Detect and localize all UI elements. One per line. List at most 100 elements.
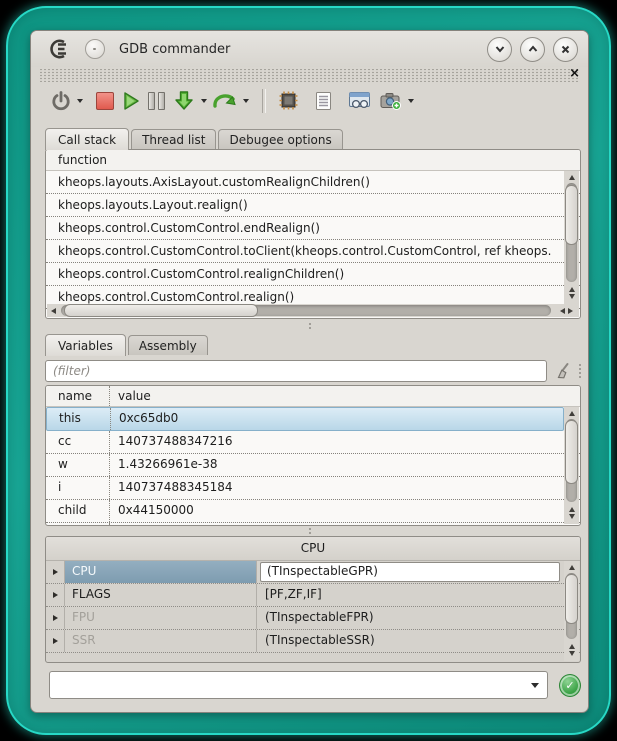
expander-cell[interactable] <box>46 607 65 629</box>
maximize-button[interactable] <box>520 37 545 62</box>
power-button[interactable] <box>51 88 71 114</box>
scrollbar-thumb[interactable] <box>565 185 578 245</box>
run-button[interactable] <box>122 88 140 114</box>
combo-dropdown-button[interactable] <box>523 672 547 698</box>
minimize-button[interactable] <box>487 37 512 62</box>
scrollbar-thumb[interactable] <box>565 574 578 624</box>
command-combobox[interactable] <box>49 671 548 699</box>
window-menu-button[interactable] <box>85 39 105 59</box>
filter-input[interactable] <box>45 360 547 382</box>
callstack-frame[interactable]: kheops.control.CustomControl.realignChil… <box>46 263 580 286</box>
toolbar-separator <box>262 89 266 113</box>
horizontal-splitter[interactable] <box>31 526 588 536</box>
watch-window-icon <box>348 91 371 110</box>
scrollbar-track[interactable] <box>566 419 577 502</box>
scroll-left-button[interactable] <box>47 308 59 314</box>
callstack-frame[interactable]: kheops.layouts.Layout.realign() <box>46 194 580 217</box>
cpu-register-value-editor[interactable]: (TInspectableGPR) <box>260 562 560 582</box>
vertical-scrollbar[interactable] <box>564 171 579 304</box>
cpu-inspector-button[interactable] <box>278 88 299 114</box>
variables-panel: name value this0xc65db0cc140737488347216… <box>45 385 581 526</box>
variables-rows: this0xc65db0cc140737488347216w1.43266961… <box>46 407 580 526</box>
horizontal-scrollbar[interactable] <box>47 304 579 317</box>
scroll-buttons[interactable] <box>564 282 579 304</box>
stack-tab[interactable]: Thread list <box>131 129 216 149</box>
variable-row[interactable]: this0xc65db0 <box>46 407 564 431</box>
stack-tab[interactable]: Call stack <box>45 128 129 150</box>
scroll-up-button[interactable] <box>564 407 579 419</box>
step-over-button[interactable] <box>212 88 237 114</box>
variable-name: i <box>46 477 110 499</box>
arrow-down-icon <box>569 514 575 519</box>
output-list-button[interactable] <box>315 88 332 114</box>
pause-icon <box>148 92 155 110</box>
cpu-register-row[interactable]: CPU(TInspectableGPR) <box>46 561 580 584</box>
vertical-scrollbar[interactable] <box>564 561 579 661</box>
expander-cell[interactable] <box>46 630 65 652</box>
inspect-tab[interactable]: Assembly <box>128 335 208 355</box>
vertical-splitter[interactable] <box>579 364 581 378</box>
horizontal-splitter[interactable] <box>31 319 588 332</box>
close-dock-icon[interactable]: × <box>569 67 580 81</box>
confirm-button[interactable]: ✓ <box>559 674 581 697</box>
callstack-frame[interactable]: kheops.control.CustomControl.endRealign(… <box>46 217 580 240</box>
scroll-buttons[interactable] <box>564 639 579 661</box>
scroll-up-button[interactable] <box>564 561 579 573</box>
column-name[interactable]: name <box>46 386 110 406</box>
stop-button[interactable] <box>96 88 114 114</box>
cpu-register-row[interactable]: FLAGS[PF,ZF,IF] <box>46 584 580 607</box>
cpu-register-name: SSR <box>65 630 257 652</box>
scroll-buttons[interactable] <box>553 308 579 314</box>
variable-row[interactable]: child0x44150000 <box>46 500 580 523</box>
power-dropdown[interactable] <box>74 88 85 114</box>
expander-icon <box>53 592 58 598</box>
snapshot-button[interactable] <box>379 88 402 114</box>
variable-name: child <box>46 500 110 522</box>
variables-header[interactable]: name value <box>46 386 580 407</box>
scroll-buttons[interactable] <box>564 502 579 524</box>
vertical-scrollbar[interactable] <box>564 407 579 524</box>
step-into-button[interactable] <box>173 88 195 114</box>
close-icon <box>560 44 571 55</box>
watch-window-button[interactable] <box>348 88 371 114</box>
callstack-frame[interactable]: kheops.layouts.AxisLayout.customRealignC… <box>46 171 580 194</box>
scrollbar-track[interactable] <box>566 183 577 282</box>
dock-header[interactable]: × <box>39 69 580 82</box>
chevron-down-icon <box>77 99 83 103</box>
check-icon: ✓ <box>565 679 574 692</box>
expander-icon <box>53 615 58 621</box>
step-over-dropdown[interactable] <box>240 88 251 114</box>
variable-row[interactable]: cc140737488347216 <box>46 431 580 454</box>
scroll-up-button[interactable] <box>564 171 579 183</box>
close-button[interactable] <box>553 37 578 62</box>
variable-row[interactable]: i140737488345184 <box>46 477 580 500</box>
cpu-register-row[interactable]: FPU(TInspectableFPR) <box>46 607 580 630</box>
scrollbar-track[interactable] <box>566 573 577 639</box>
scrollbar-track[interactable] <box>61 305 551 316</box>
callstack-frame[interactable]: kheops.control.CustomControl.toClient(kh… <box>46 240 580 263</box>
pause-button[interactable] <box>148 88 165 114</box>
variable-row[interactable]: w1.43266961e-38 <box>46 454 580 477</box>
expander-cell[interactable] <box>46 584 65 606</box>
scrollbar-thumb[interactable] <box>565 420 578 484</box>
command-input[interactable] <box>56 673 523 697</box>
chevron-down-icon <box>494 44 506 54</box>
debug-toolbar <box>31 82 588 119</box>
arrow-up-icon <box>569 644 575 649</box>
inspect-tab[interactable]: Variables <box>45 334 126 356</box>
clear-filter-button[interactable] <box>552 360 574 382</box>
variable-name: this <box>47 408 111 430</box>
stack-tab[interactable]: Debugee options <box>218 129 342 149</box>
variable-row[interactable]: h1.43266961e-38 <box>46 523 580 526</box>
snapshot-dropdown[interactable] <box>405 88 416 114</box>
scrollbar-thumb[interactable] <box>64 304 258 317</box>
cpu-register-row[interactable]: SSR(TInspectableSSR) <box>46 630 580 653</box>
step-into-dropdown[interactable] <box>198 88 209 114</box>
callstack-column-header[interactable]: function <box>46 150 580 171</box>
column-value[interactable]: value <box>110 386 151 406</box>
titlebar[interactable]: GDB commander <box>31 31 588 67</box>
expander-icon <box>53 638 58 644</box>
cpu-panel-title: CPU <box>46 537 580 561</box>
expander-cell[interactable] <box>46 561 65 583</box>
arrow-up-icon <box>569 507 575 512</box>
